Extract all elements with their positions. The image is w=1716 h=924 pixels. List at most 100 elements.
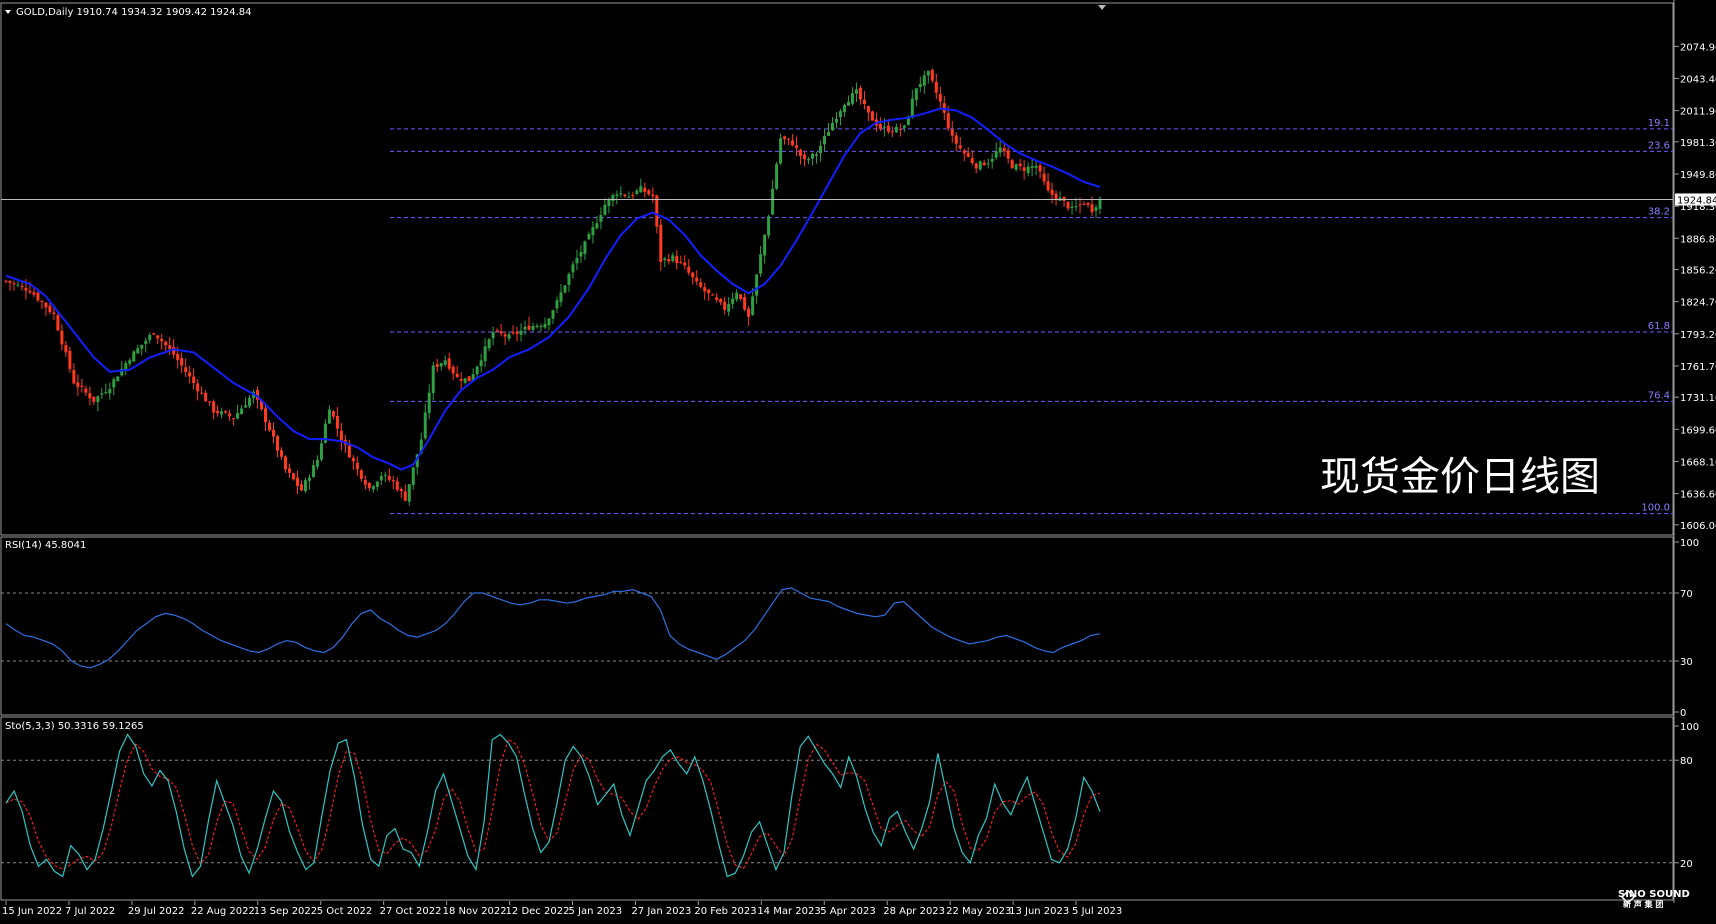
candle-body bbox=[635, 190, 639, 195]
candle-body bbox=[435, 364, 439, 367]
candle-body bbox=[144, 340, 148, 344]
candle-body bbox=[439, 363, 443, 367]
candle-body bbox=[279, 450, 283, 457]
candle-body bbox=[555, 300, 559, 309]
candle-body bbox=[623, 194, 627, 197]
candle-body bbox=[779, 138, 783, 164]
candle-body bbox=[303, 480, 307, 492]
chart-root: 19.1 23.6 38.2 61.8 76.4 100.0 2074.90 2043.40… bbox=[0, 0, 1716, 920]
rsi-tick-label: 70 bbox=[1680, 589, 1693, 600]
stochastic-header: Sto(5,3,3) 50.3316 59.1265 bbox=[5, 721, 144, 732]
rsi-tick-label: 100 bbox=[1680, 538, 1699, 549]
candle-body bbox=[930, 69, 934, 81]
candle-body bbox=[619, 193, 623, 195]
candle-body bbox=[1050, 189, 1054, 195]
time-tick-label: 5 Jan 2023 bbox=[568, 906, 622, 917]
candle-body bbox=[651, 194, 655, 197]
candle-body bbox=[455, 373, 459, 378]
fib-level-label: 100.0 bbox=[1641, 503, 1670, 514]
candle-body bbox=[599, 214, 603, 222]
candle-body bbox=[24, 287, 28, 291]
candle-body bbox=[683, 262, 687, 266]
candle-body bbox=[611, 195, 615, 201]
candle-body bbox=[76, 382, 80, 388]
candle-body bbox=[52, 312, 56, 314]
candle-body bbox=[675, 256, 679, 264]
stochastic-tick-label: 80 bbox=[1680, 756, 1693, 767]
candle-body bbox=[846, 101, 850, 106]
candle-body bbox=[351, 457, 355, 462]
candle-body bbox=[32, 292, 36, 295]
candle-body bbox=[647, 190, 651, 195]
time-tick-label: 7 Jul 2022 bbox=[65, 906, 115, 917]
candle-body bbox=[375, 481, 379, 487]
candle-body bbox=[1014, 164, 1018, 170]
candle-body bbox=[707, 289, 711, 294]
candle-body bbox=[787, 138, 791, 140]
time-tick-label: 5 Jul 2023 bbox=[1072, 906, 1122, 917]
candle-body bbox=[327, 409, 331, 424]
candle-body bbox=[371, 486, 375, 490]
price-tick-label: 2074.90 bbox=[1680, 42, 1716, 53]
candle-body bbox=[311, 465, 315, 478]
candle-body bbox=[88, 393, 92, 399]
time-tick-label: 13 Sep 2022 bbox=[254, 906, 317, 917]
candle-body bbox=[168, 345, 172, 349]
candle-body bbox=[188, 372, 192, 377]
price-tick-label: 1949.80 bbox=[1680, 170, 1716, 181]
candle-body bbox=[898, 128, 902, 130]
candle-body bbox=[755, 274, 759, 296]
candle-body bbox=[850, 93, 854, 104]
time-tick-label: 27 Oct 2022 bbox=[380, 906, 442, 917]
candle-body bbox=[575, 258, 579, 264]
candle-body bbox=[264, 408, 268, 423]
candle-body bbox=[627, 196, 631, 198]
candle-body bbox=[743, 297, 747, 310]
candle-body bbox=[886, 125, 890, 132]
candle-body bbox=[527, 325, 531, 330]
candle-body bbox=[826, 132, 830, 136]
candle-body bbox=[164, 341, 168, 346]
candle-body bbox=[815, 154, 819, 156]
candle-body bbox=[890, 131, 894, 133]
price-tick-label: 1793.20 bbox=[1680, 330, 1716, 341]
candle-body bbox=[240, 408, 244, 415]
candle-body bbox=[854, 89, 858, 94]
candle-body bbox=[587, 234, 591, 240]
candle-body bbox=[64, 345, 68, 353]
candle-body bbox=[691, 272, 695, 278]
time-tick-label: 18 Nov 2022 bbox=[443, 906, 507, 917]
candle-body bbox=[487, 339, 491, 349]
candle-body bbox=[8, 280, 12, 283]
candle-body bbox=[615, 194, 619, 196]
candle-body bbox=[539, 325, 543, 328]
candle-body bbox=[268, 422, 272, 431]
candle-body bbox=[463, 378, 467, 383]
candle-body bbox=[48, 305, 52, 313]
candle-body bbox=[108, 388, 112, 394]
candle-body bbox=[16, 284, 20, 286]
time-tick-label: 29 Jul 2022 bbox=[128, 906, 185, 917]
candle-body bbox=[427, 392, 431, 413]
candle-body bbox=[1062, 196, 1066, 201]
candle-body bbox=[767, 216, 771, 236]
candle-body bbox=[663, 258, 667, 261]
candle-body bbox=[443, 360, 447, 365]
candle-body bbox=[112, 379, 116, 388]
candle-body bbox=[986, 163, 990, 165]
rsi-tick-label: 30 bbox=[1680, 657, 1693, 668]
candle-body bbox=[1002, 148, 1006, 152]
candle-body bbox=[834, 118, 838, 123]
fib-level-label: 76.4 bbox=[1648, 390, 1670, 401]
candle-body bbox=[44, 302, 48, 308]
candle-body bbox=[291, 473, 295, 480]
rsi-header: RSI(14) 45.8041 bbox=[5, 540, 86, 551]
price-tick-label: 1699.60 bbox=[1680, 425, 1716, 436]
candle-body bbox=[603, 204, 607, 215]
candle-body bbox=[1054, 193, 1058, 200]
price-tick-label: 1731.10 bbox=[1680, 393, 1716, 404]
candle-body bbox=[862, 99, 866, 105]
candle-body bbox=[295, 477, 299, 486]
candle-body bbox=[791, 140, 795, 146]
candle-body bbox=[659, 224, 663, 262]
